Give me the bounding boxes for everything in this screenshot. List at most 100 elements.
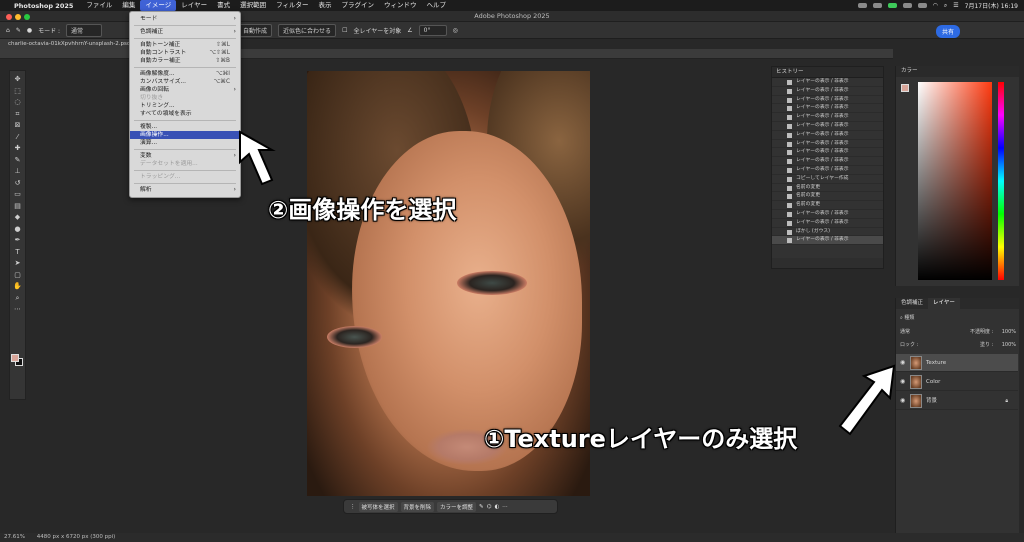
history-row[interactable]: レイヤーの表示 / 非表示 xyxy=(772,122,883,131)
all-layers-checkbox[interactable]: ☐ xyxy=(342,27,347,34)
auto-create-button[interactable]: 自動作成 xyxy=(238,23,273,37)
tab-layers[interactable]: レイヤー xyxy=(928,298,960,309)
menu-plugins[interactable]: プラグイン xyxy=(336,0,379,11)
menu-type[interactable]: 書式 xyxy=(212,0,235,11)
menu-item-trim[interactable]: トリミング... xyxy=(130,102,240,110)
brush-icon[interactable]: ✎ xyxy=(479,504,484,510)
zoom-level[interactable]: 27.61% xyxy=(4,534,25,540)
share-button[interactable]: 共有 xyxy=(935,25,960,38)
remove-background-button[interactable]: 背景を削除 xyxy=(400,501,435,512)
history-row[interactable]: レイヤーの表示 / 非表示 xyxy=(772,210,883,219)
brush-tool-icon[interactable]: ✎ xyxy=(13,156,22,164)
document-tab[interactable]: charlie-octavia-01kXpvhhrnY-unsplash-2.p… xyxy=(0,39,130,49)
history-row[interactable]: ぼかし (ガウス) xyxy=(772,228,883,237)
layer-row-texture[interactable]: ◉ Texture xyxy=(896,354,1018,372)
control-center-icon[interactable]: ☰ xyxy=(953,2,958,9)
menu-select[interactable]: 選択範囲 xyxy=(235,0,271,11)
menu-image[interactable]: イメージ xyxy=(140,0,177,11)
menu-item-image-size[interactable]: 画像解像度... ⌥⌘I xyxy=(130,70,240,78)
history-brush-icon[interactable]: ↺ xyxy=(13,179,22,187)
menu-item-canvas-size[interactable]: カンバスサイズ... ⌥⌘C xyxy=(130,78,240,86)
search-icon[interactable]: ⌕ xyxy=(944,2,947,10)
hue-slider[interactable] xyxy=(998,82,1004,280)
menu-item-calculations[interactable]: 演算... xyxy=(130,139,240,147)
drag-handle-icon[interactable]: ⋮ xyxy=(350,504,356,510)
path-select-icon[interactable]: ➤ xyxy=(13,259,22,267)
menu-item-auto-tone[interactable]: 自動トーン補正 ⇧⌘L xyxy=(130,41,240,49)
menu-layer[interactable]: レイヤー xyxy=(176,0,212,11)
menu-help[interactable]: ヘルプ xyxy=(421,0,451,11)
menu-edit[interactable]: 編集 xyxy=(117,0,140,11)
menu-item-variables[interactable]: 変数 › xyxy=(130,152,240,160)
history-row[interactable]: レイヤーの表示 / 非表示 xyxy=(772,219,883,228)
history-row[interactable]: レイヤーの表示 / 非表示 xyxy=(772,166,883,175)
transform-icon[interactable]: ⌬ xyxy=(487,504,492,510)
mode-select[interactable]: 通常 xyxy=(66,23,103,37)
history-row[interactable]: レイヤーの表示 / 非表示 xyxy=(772,87,883,96)
wifi-icon[interactable]: ◠ xyxy=(933,2,938,9)
home-icon[interactable]: ⌂ xyxy=(6,27,10,34)
dodge-tool-icon[interactable]: ● xyxy=(13,225,22,233)
brush-size-icon[interactable]: ● xyxy=(27,27,32,34)
type-tool-icon[interactable]: T xyxy=(13,248,22,256)
frame-tool-icon[interactable]: ⊠ xyxy=(13,121,22,129)
history-row[interactable]: 名前の変更 xyxy=(772,184,883,193)
layer-row-color[interactable]: ◉ Color xyxy=(896,373,1018,391)
menu-item-auto-color[interactable]: 自動カラー補正 ⇧⌘B xyxy=(130,57,240,65)
select-subject-button[interactable]: 被写体を選択 xyxy=(358,501,398,512)
crop-tool-icon[interactable]: ⌗ xyxy=(13,110,22,118)
menu-item-adjustments[interactable]: 色調補正 › xyxy=(130,28,240,36)
menu-item-reveal-all[interactable]: すべての領域を表示 xyxy=(130,110,240,118)
menu-window[interactable]: ウィンドウ xyxy=(379,0,422,11)
move-tool-icon[interactable]: ✥ xyxy=(13,75,22,83)
adjust-icon[interactable]: ◐ xyxy=(494,504,499,510)
eye-icon[interactable]: ◉ xyxy=(900,373,905,391)
history-row[interactable]: 名前の変更 xyxy=(772,192,883,202)
shape-tool-icon[interactable]: ▢ xyxy=(13,271,22,279)
menu-item-apply-image[interactable]: 画像操作... xyxy=(130,131,240,139)
history-row[interactable]: レイヤーの表示 / 非表示 xyxy=(772,236,883,246)
match-color-button[interactable]: 近似色に合わせる xyxy=(278,23,337,37)
angle-input[interactable]: 0° xyxy=(418,24,447,36)
eye-icon[interactable]: ◉ xyxy=(900,354,905,372)
color-panel-fg-swatch[interactable] xyxy=(901,84,909,92)
history-row[interactable]: レイヤーの表示 / 非表示 xyxy=(772,96,883,105)
history-row[interactable]: レイヤーの表示 / 非表示 xyxy=(772,131,883,140)
clock[interactable]: 7月17日(木) 16:19 xyxy=(965,1,1018,10)
marquee-tool-icon[interactable]: ⬚ xyxy=(13,87,22,95)
hand-tool-icon[interactable]: ✋ xyxy=(13,282,22,290)
opacity-input[interactable]: 100% xyxy=(1002,328,1016,336)
eyedropper-tool-icon[interactable]: ⁄ xyxy=(13,133,22,141)
history-row[interactable]: レイヤーの表示 / 非表示 xyxy=(772,104,883,114)
tab-adjustments[interactable]: 色調補正 xyxy=(896,298,928,309)
pressure-icon[interactable]: ◎ xyxy=(453,27,458,34)
eraser-tool-icon[interactable]: ▭ xyxy=(13,190,22,198)
history-row[interactable]: コピーしてレイヤー作成 xyxy=(772,175,883,184)
app-name[interactable]: Photoshop 2025 xyxy=(14,2,73,10)
healing-tool-icon[interactable]: ✚ xyxy=(13,144,22,152)
gradient-tool-icon[interactable]: ▤ xyxy=(13,202,22,210)
stamp-tool-icon[interactable]: ⊥ xyxy=(13,167,22,175)
eye-icon[interactable]: ◉ xyxy=(900,392,905,410)
layer-filter[interactable]: ⌕ 種類 xyxy=(900,314,1016,322)
menu-filter[interactable]: フィルター xyxy=(271,0,313,11)
status-icon[interactable] xyxy=(872,3,882,8)
adjust-color-button[interactable]: カラーを調整 xyxy=(437,501,477,512)
blend-mode-select[interactable]: 通常 xyxy=(900,329,910,335)
color-picker-field[interactable] xyxy=(918,82,992,280)
status-icon[interactable] xyxy=(887,3,897,8)
history-row[interactable]: レイヤーの表示 / 非表示 xyxy=(772,140,883,149)
menu-view[interactable]: 表示 xyxy=(313,0,336,11)
menu-item-duplicate[interactable]: 複製... xyxy=(130,123,240,131)
foreground-color-swatch[interactable] xyxy=(11,354,19,362)
more-tools-icon[interactable]: ⋯ xyxy=(13,305,22,313)
menu-item-analysis[interactable]: 解析 › xyxy=(130,186,240,194)
menu-item-rotate[interactable]: 画像の回転 › xyxy=(130,86,240,94)
history-row[interactable]: レイヤーの表示 / 非表示 xyxy=(772,113,883,122)
more-icon[interactable]: ⋯ xyxy=(502,504,508,510)
menu-item-auto-contrast[interactable]: 自動コントラスト ⌥⇧⌘L xyxy=(130,49,240,57)
status-icon[interactable] xyxy=(902,3,912,8)
history-row[interactable]: レイヤーの表示 / 非表示 xyxy=(772,157,883,166)
fill-input[interactable]: 100% xyxy=(1002,341,1016,349)
pen-tool-icon[interactable]: ✒ xyxy=(13,236,22,244)
